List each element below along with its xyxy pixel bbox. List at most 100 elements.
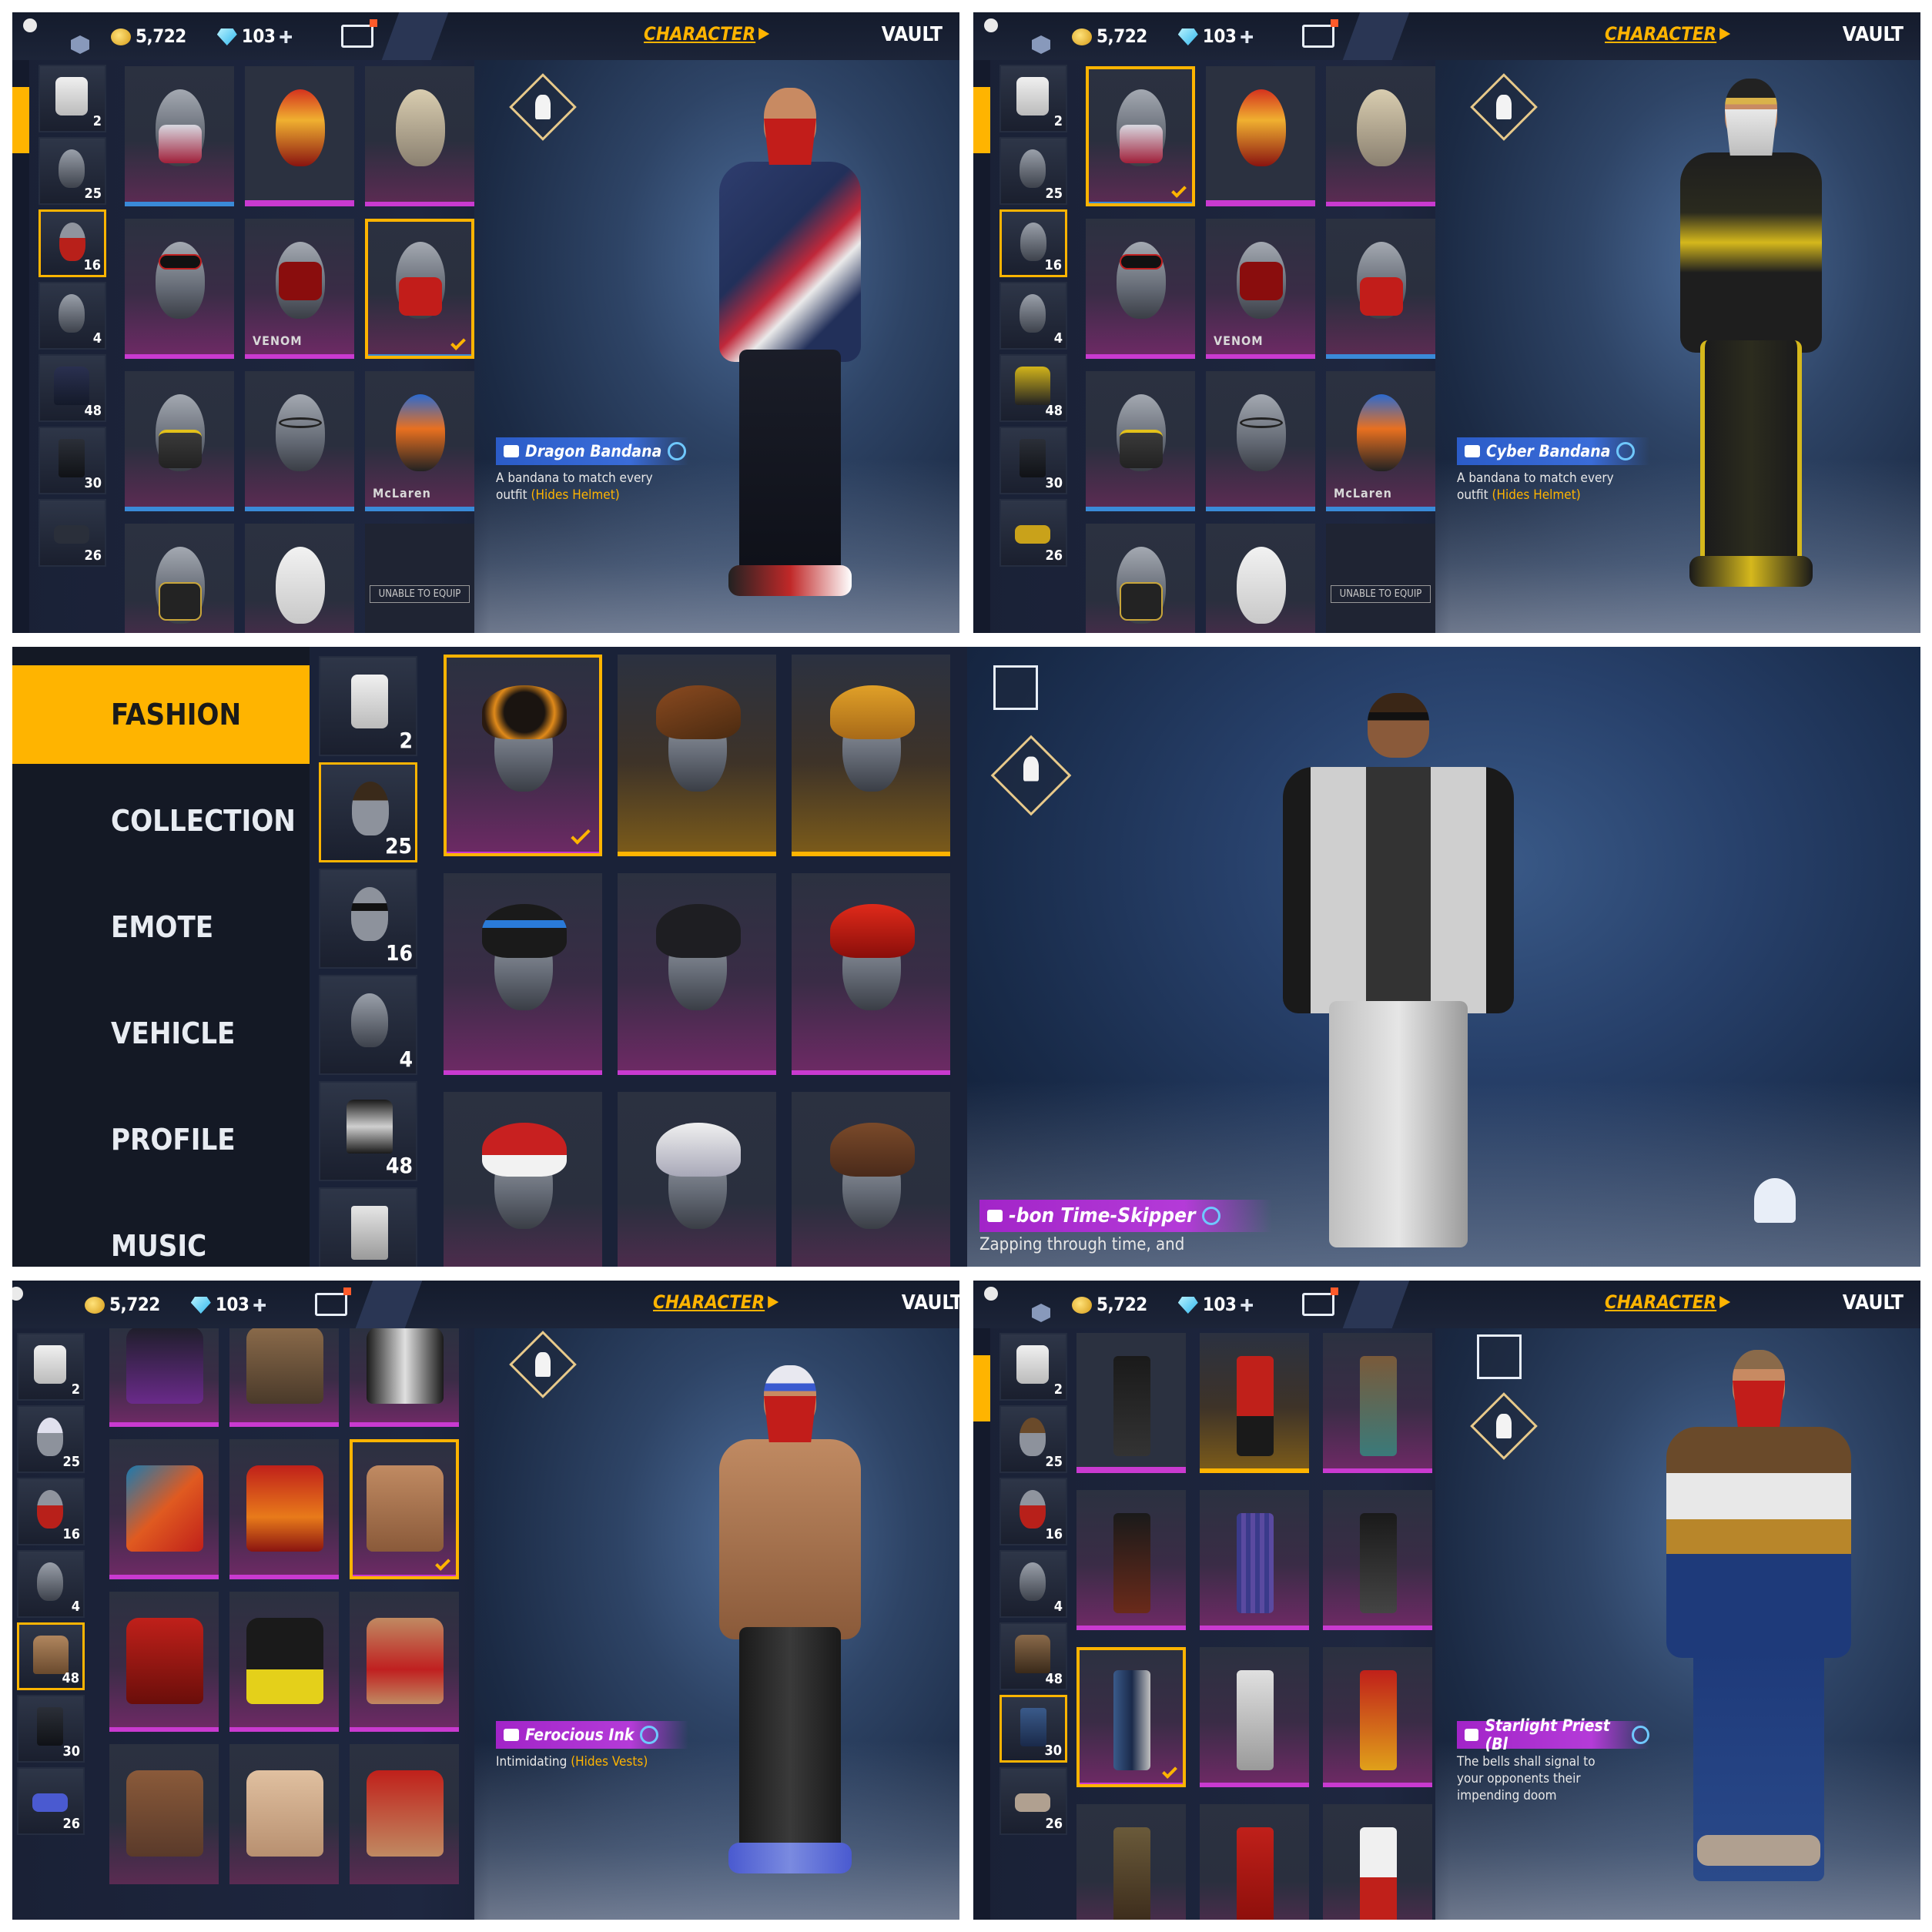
grid-item[interactable] xyxy=(1206,524,1315,633)
menu-music[interactable]: MUSIC xyxy=(12,1197,310,1267)
grid-item-selected[interactable] xyxy=(365,219,474,359)
grid-item[interactable] xyxy=(109,1439,219,1579)
grid-item[interactable] xyxy=(1086,371,1195,511)
slot-bottom[interactable]: 30 xyxy=(39,427,106,494)
preview-toggle-icon[interactable] xyxy=(1754,1178,1796,1223)
diamond-balance[interactable]: 103 xyxy=(216,25,293,47)
pass-icon[interactable] xyxy=(1302,1287,1339,1316)
character-tab[interactable]: CHARACTER xyxy=(653,1291,779,1313)
slot-top[interactable]: 48 xyxy=(39,354,106,422)
grid-item[interactable]: McLaren xyxy=(365,371,474,511)
coin-balance[interactable]: 5,722 xyxy=(1072,1294,1147,1315)
character-tab[interactable]: CHARACTER xyxy=(1605,1291,1731,1313)
grid-item[interactable] xyxy=(444,873,602,1075)
grid-item[interactable]: VENOM xyxy=(1206,219,1315,359)
grid-item[interactable] xyxy=(792,655,950,856)
wardrobe-icon[interactable] xyxy=(1477,1334,1522,1379)
grid-item[interactable] xyxy=(1323,1647,1432,1787)
slot-hair[interactable]: 25 xyxy=(999,137,1067,205)
diamond-balance[interactable]: 103 xyxy=(1177,1294,1254,1315)
grid-item[interactable] xyxy=(1200,1804,1309,1920)
slot-mask[interactable]: 16 xyxy=(39,209,106,277)
slot-hair[interactable]: 25 xyxy=(39,137,106,205)
grid-item[interactable] xyxy=(1076,1333,1186,1473)
grid-item[interactable] xyxy=(1076,1804,1186,1920)
grid-item[interactable] xyxy=(1076,1490,1186,1630)
pass-icon[interactable] xyxy=(315,1287,352,1316)
slot-mask[interactable]: 16 xyxy=(17,1478,85,1545)
grid-item[interactable] xyxy=(109,1592,219,1732)
wardrobe-icon[interactable] xyxy=(993,665,1038,710)
grid-item[interactable] xyxy=(245,371,354,511)
grid-item[interactable] xyxy=(229,1592,339,1732)
slot-mask[interactable]: 16 xyxy=(999,1478,1067,1545)
slot-mask[interactable]: 16 xyxy=(319,869,417,969)
menu-fashion[interactable]: FASHION xyxy=(12,665,310,764)
grid-item[interactable] xyxy=(1200,1647,1309,1787)
grid-item[interactable] xyxy=(1323,1804,1432,1920)
vault-tab[interactable]: VAULT xyxy=(1843,23,1904,46)
plus-icon[interactable] xyxy=(1241,31,1254,43)
slot-top[interactable]: 48 xyxy=(319,1081,417,1181)
slot-bottom[interactable]: 30 xyxy=(999,427,1067,494)
grid-item[interactable] xyxy=(1206,371,1315,511)
slot-top[interactable]: 48 xyxy=(17,1622,85,1690)
grid-item[interactable] xyxy=(1086,524,1195,633)
slot-top[interactable]: 48 xyxy=(999,1622,1067,1690)
plus-icon[interactable] xyxy=(1241,1299,1254,1311)
grid-item[interactable]: VENOM xyxy=(245,219,354,359)
grid-item[interactable] xyxy=(1200,1490,1309,1630)
coin-balance[interactable]: 5,722 xyxy=(111,25,186,47)
grid-item[interactable] xyxy=(350,1327,459,1427)
slot-outfit[interactable]: 2 xyxy=(319,656,417,756)
slot-hair[interactable]: 25 xyxy=(17,1405,85,1473)
slot-outfit[interactable]: 2 xyxy=(999,65,1067,132)
menu-vehicle[interactable]: VEHICLE xyxy=(12,984,310,1083)
slot-hair[interactable]: 25 xyxy=(319,762,417,862)
menu-profile[interactable]: PROFILE xyxy=(12,1090,310,1189)
slot-bottom[interactable]: 30 xyxy=(17,1695,85,1763)
slot-mask[interactable]: 16 xyxy=(999,209,1067,277)
grid-item[interactable] xyxy=(365,66,474,206)
grid-item[interactable] xyxy=(792,1092,950,1267)
grid-item-selected[interactable] xyxy=(1086,66,1195,206)
grid-item[interactable] xyxy=(125,524,234,633)
grid-item-selected[interactable] xyxy=(444,655,602,856)
grid-item[interactable] xyxy=(1200,1333,1309,1473)
grid-item-selected[interactable] xyxy=(350,1439,459,1579)
grid-item[interactable] xyxy=(125,219,234,359)
menu-emote[interactable]: EMOTE xyxy=(12,878,310,976)
vault-tab[interactable]: VAULT xyxy=(882,23,943,46)
plus-icon[interactable] xyxy=(253,1299,266,1311)
slot-hair[interactable]: 25 xyxy=(999,1405,1067,1473)
grid-item[interactable] xyxy=(444,1092,602,1267)
grid-item[interactable] xyxy=(1086,219,1195,359)
slot-outfit[interactable]: 2 xyxy=(39,65,106,132)
grid-item[interactable] xyxy=(350,1744,459,1884)
grid-item[interactable] xyxy=(618,873,776,1075)
slot-outfit[interactable]: 2 xyxy=(999,1333,1067,1401)
coin-balance[interactable]: 5,722 xyxy=(1072,25,1147,47)
pass-icon[interactable] xyxy=(341,19,378,48)
grid-item[interactable] xyxy=(125,66,234,206)
grid-item[interactable] xyxy=(618,655,776,856)
slot-top[interactable]: 48 xyxy=(999,354,1067,422)
plus-icon[interactable] xyxy=(280,31,293,43)
coin-balance[interactable]: 5,722 xyxy=(85,1294,160,1315)
slot-shoes[interactable]: 26 xyxy=(39,499,106,567)
slot-outfit[interactable]: 2 xyxy=(17,1333,85,1401)
slot-face[interactable]: 4 xyxy=(39,282,106,350)
grid-item[interactable] xyxy=(229,1327,339,1427)
grid-item[interactable]: McLaren xyxy=(1326,371,1435,511)
grid-item[interactable] xyxy=(125,371,234,511)
slot-shoes[interactable]: 26 xyxy=(17,1767,85,1835)
slot-bottom[interactable]: 30 xyxy=(999,1695,1067,1763)
grid-item[interactable] xyxy=(1326,66,1435,206)
grid-item[interactable] xyxy=(245,66,354,206)
slot-face[interactable]: 4 xyxy=(319,975,417,1075)
diamond-balance[interactable]: 103 xyxy=(190,1294,266,1315)
diamond-balance[interactable]: 103 xyxy=(1177,25,1254,47)
grid-item[interactable] xyxy=(109,1327,219,1427)
grid-item[interactable] xyxy=(792,873,950,1075)
grid-item-selected[interactable] xyxy=(1076,1647,1186,1787)
